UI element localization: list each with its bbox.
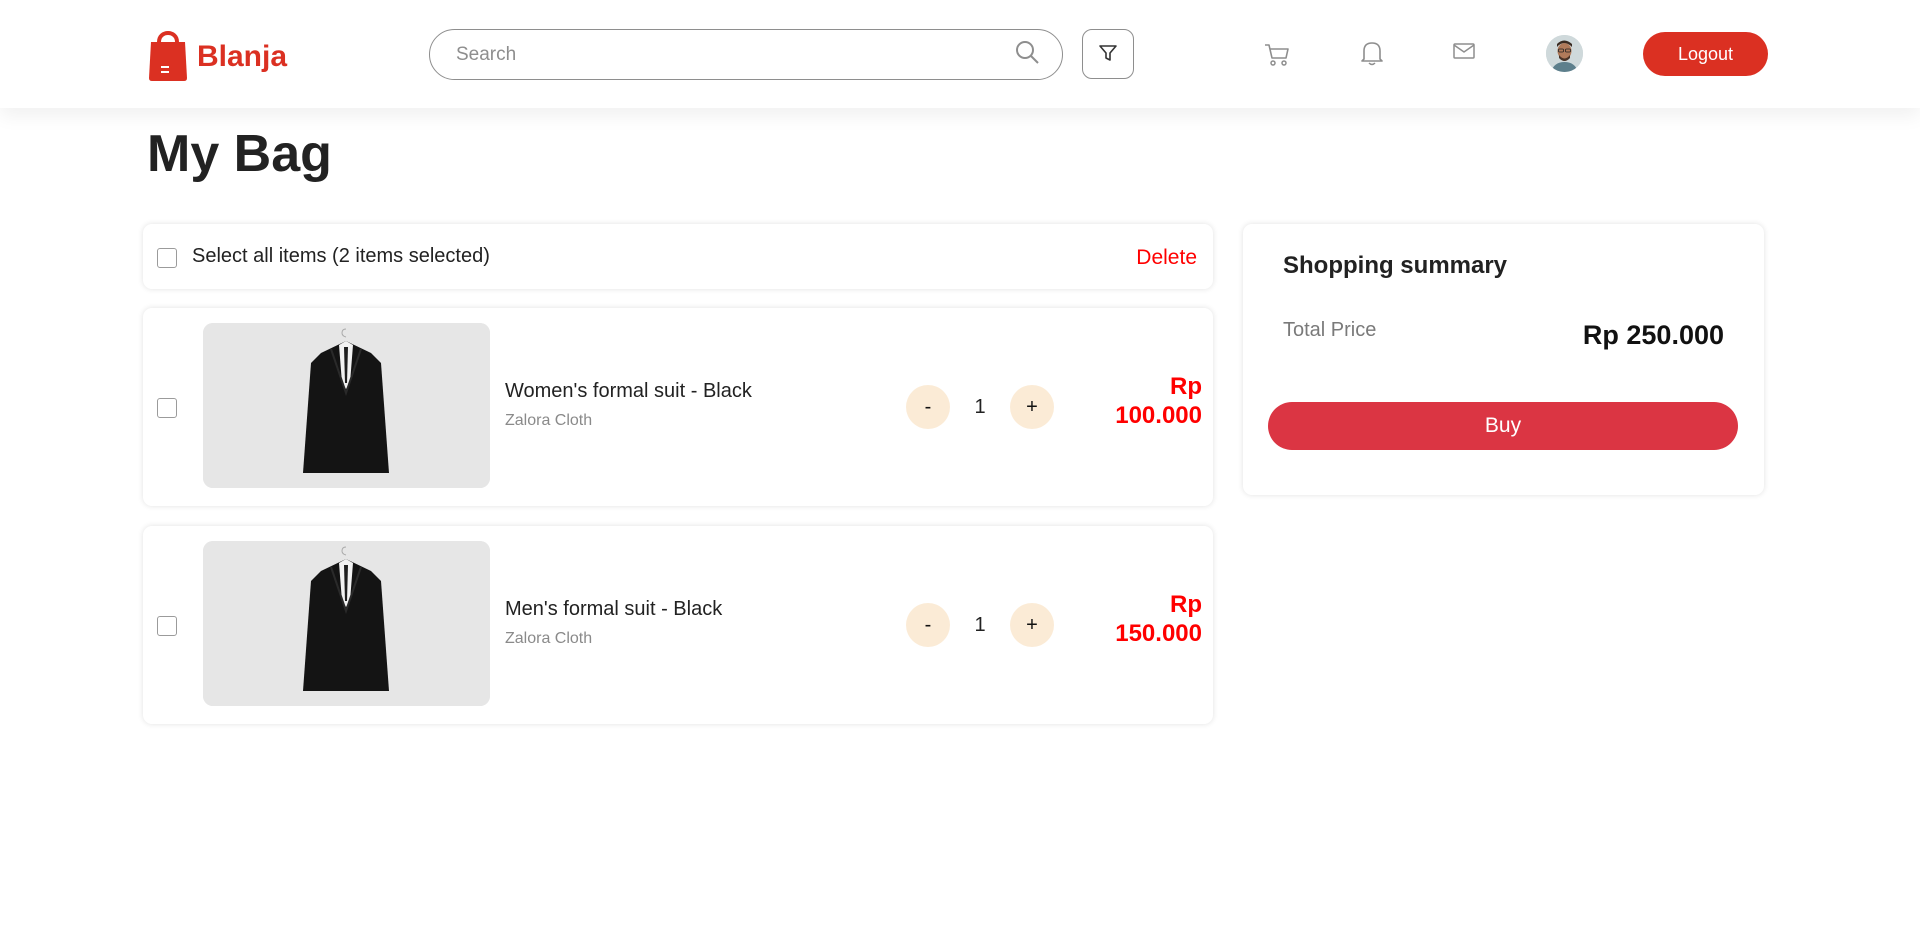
search-icon[interactable] xyxy=(1014,39,1040,70)
store-name: Zalora Cloth xyxy=(505,630,593,647)
item-price: Rp 100.000 xyxy=(1082,372,1202,430)
quantity-value: 1 xyxy=(974,396,986,418)
cart-icon[interactable] xyxy=(1262,40,1292,70)
brand-logo[interactable]: Blanja xyxy=(147,26,287,82)
quantity-value: 1 xyxy=(974,614,986,636)
search-input[interactable] xyxy=(456,43,1014,66)
item-checkbox[interactable] xyxy=(157,616,177,636)
cart-item: Men's formal suit - Black Zalora Cloth -… xyxy=(143,526,1213,724)
store-name: Zalora Cloth xyxy=(505,412,593,429)
filter-icon xyxy=(1098,43,1118,66)
select-all-label: Select all items (2 items selected) xyxy=(192,245,490,267)
price-amount: 150.000 xyxy=(1115,620,1202,647)
select-all-checkbox[interactable] xyxy=(157,248,177,268)
decrease-quantity-button[interactable]: - xyxy=(906,385,950,429)
item-price: Rp 150.000 xyxy=(1082,590,1202,648)
price-currency: Rp xyxy=(1170,591,1202,618)
delete-button[interactable]: Delete xyxy=(1136,246,1197,270)
cart-item: Women's formal suit - Black Zalora Cloth… xyxy=(143,308,1213,506)
product-name[interactable]: Women's formal suit - Black xyxy=(505,380,752,403)
bell-icon[interactable] xyxy=(1357,38,1387,68)
logout-button[interactable]: Logout xyxy=(1643,32,1768,76)
page-title: My Bag xyxy=(147,125,332,183)
top-navbar: Blanja Logout xyxy=(0,0,1920,108)
select-all-bar: Select all items (2 items selected) Dele… xyxy=(143,224,1213,289)
decrease-quantity-button[interactable]: - xyxy=(906,603,950,647)
product-image xyxy=(203,323,490,488)
price-currency: Rp xyxy=(1170,373,1202,400)
search-bar xyxy=(429,29,1063,80)
summary-title: Shopping summary xyxy=(1283,252,1508,279)
product-image xyxy=(203,541,490,706)
shopping-summary-card: Shopping summary Total Price Rp 250.000 … xyxy=(1243,224,1764,495)
mail-icon[interactable] xyxy=(1449,36,1479,66)
avatar[interactable] xyxy=(1546,35,1583,72)
total-price-value: Rp 250.000 xyxy=(1582,320,1724,350)
filter-button[interactable] xyxy=(1082,29,1134,79)
increase-quantity-button[interactable]: + xyxy=(1010,385,1054,429)
product-name[interactable]: Men's formal suit - Black xyxy=(505,598,722,621)
increase-quantity-button[interactable]: + xyxy=(1010,603,1054,647)
buy-button[interactable]: Buy xyxy=(1268,402,1738,450)
total-price-label: Total Price xyxy=(1283,319,1377,341)
item-checkbox[interactable] xyxy=(157,398,177,418)
brand-name: Blanja xyxy=(197,40,288,73)
shopping-bag-logo-icon xyxy=(147,26,189,82)
price-amount: 100.000 xyxy=(1115,402,1202,429)
